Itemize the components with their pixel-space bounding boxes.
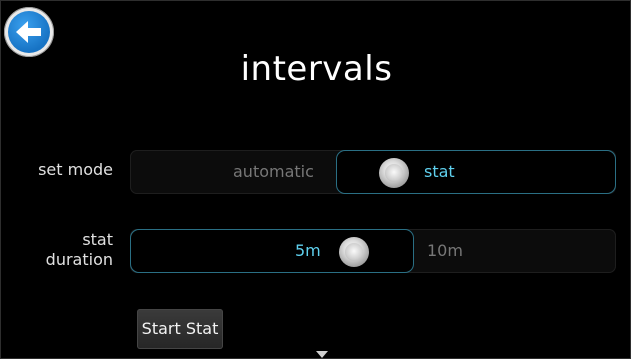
stat-duration-label: stat duration — [1, 230, 113, 270]
mode-option-automatic[interactable]: automatic — [233, 150, 314, 194]
duration-toggle-knob[interactable] — [339, 237, 369, 267]
duration-option-5m[interactable]: 5m — [295, 229, 321, 273]
stat-duration-label-line1: stat — [82, 230, 113, 249]
stat-duration-active-highlight — [130, 229, 414, 273]
duration-option-10m[interactable]: 10m — [427, 229, 463, 273]
start-stat-button[interactable]: Start Stat — [137, 309, 223, 349]
set-mode-label: set mode — [38, 160, 113, 179]
page-title: intervals — [240, 49, 393, 89]
stat-duration-label-line2: duration — [45, 250, 113, 269]
mode-option-stat[interactable]: stat — [424, 150, 455, 194]
stat-duration-toggle[interactable]: 5m 10m — [130, 229, 616, 273]
mode-toggle-knob[interactable] — [379, 158, 409, 188]
set-mode-toggle[interactable]: automatic stat — [130, 150, 616, 194]
scroll-down-icon[interactable] — [316, 351, 328, 358]
screen: intervals set mode automatic stat stat d… — [0, 0, 631, 359]
set-mode-active-highlight — [336, 150, 616, 194]
